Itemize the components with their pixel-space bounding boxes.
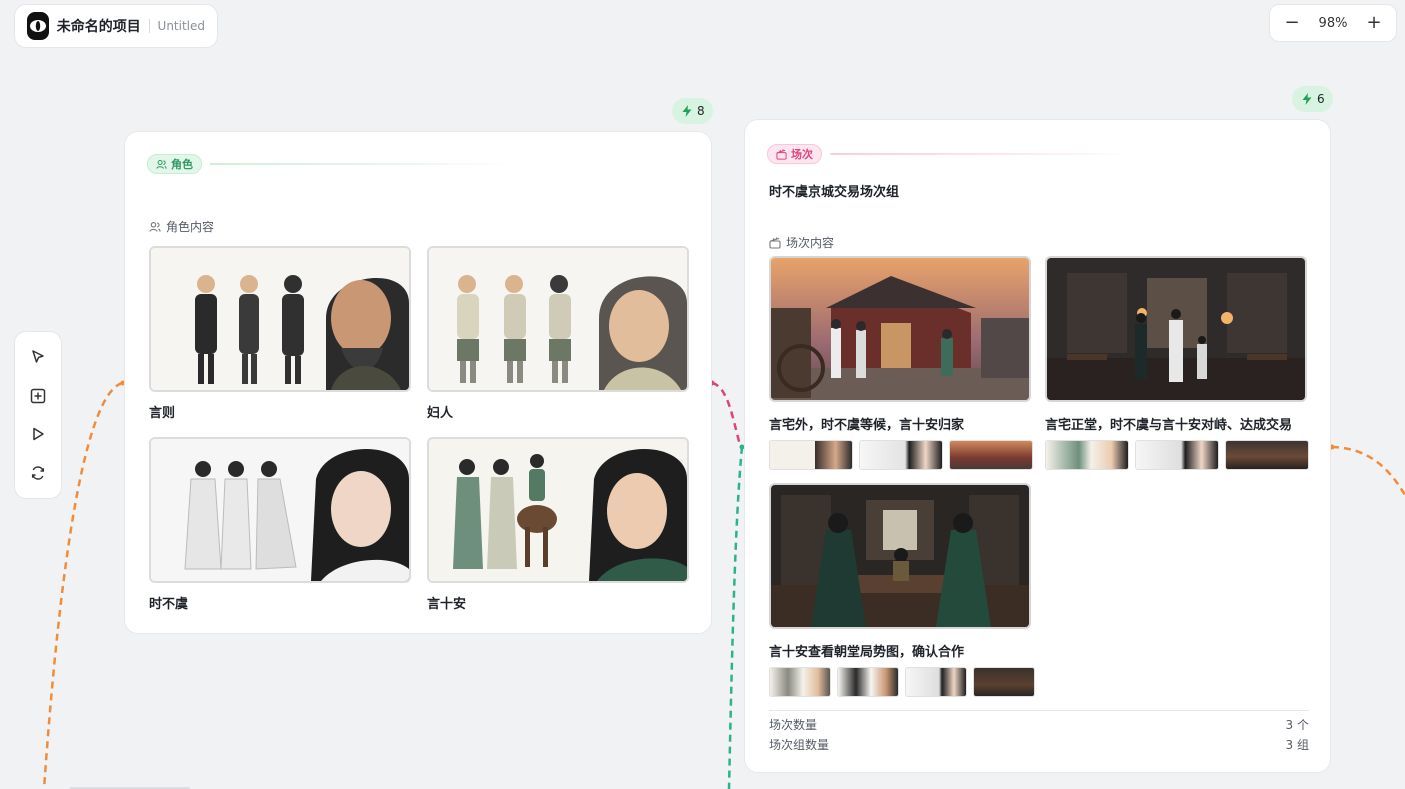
thumbnail[interactable] xyxy=(769,440,853,470)
refresh-icon[interactable] xyxy=(24,459,52,487)
scene-thumbnails xyxy=(769,667,1035,697)
app-logo-icon xyxy=(27,12,49,40)
tag-label: 场次 xyxy=(791,148,813,161)
scene-image[interactable] xyxy=(769,483,1031,629)
zoom-level: 98% xyxy=(1318,15,1348,31)
clapperboard-icon xyxy=(769,236,781,249)
lightning-icon xyxy=(1302,93,1312,105)
badge-count: 6 xyxy=(1317,92,1325,106)
connector-teal xyxy=(727,446,744,789)
scene-title: 言宅正堂，时不虞与言十安对峙、达成交易 xyxy=(1045,418,1293,433)
thumbnail[interactable] xyxy=(859,440,943,470)
character-image[interactable] xyxy=(149,246,411,392)
play-icon[interactable] xyxy=(24,420,52,448)
tag-divider xyxy=(210,163,510,165)
scene-thumbnails xyxy=(1045,440,1309,470)
thumbnail[interactable] xyxy=(905,667,967,697)
stats-row: 场次数量 3 个 xyxy=(769,716,1309,733)
character-name: 时不虞 xyxy=(149,597,189,612)
scene-image[interactable] xyxy=(1045,256,1307,402)
characters-card[interactable]: 角色 角色内容 言则 妇人 时不虞 言十安 xyxy=(124,131,712,634)
scenes-card[interactable]: 场次 时不虞京城交易场次组 场次内容 言宅外，时不虞等候，言十安归家 言宅正堂，… xyxy=(744,119,1331,773)
scene-group-title: 时不虞京城交易场次组 xyxy=(769,185,900,200)
connector-pink xyxy=(711,381,742,446)
character-name: 言则 xyxy=(149,406,176,421)
characters-tag: 角色 xyxy=(147,154,202,174)
stat-value: 3 组 xyxy=(1285,738,1309,752)
project-subtitle: Untitled xyxy=(157,19,205,33)
stats-row: 场次组数量 3 组 xyxy=(769,736,1309,753)
character-image[interactable] xyxy=(149,437,411,583)
scenes-count-badge: 6 xyxy=(1292,86,1333,112)
project-name[interactable]: 未命名的项目 xyxy=(57,16,141,36)
stat-label: 场次数量 xyxy=(769,718,818,732)
pointer-icon[interactable] xyxy=(24,343,52,371)
section-label: 场次内容 xyxy=(769,234,834,251)
stats-divider xyxy=(769,710,1309,711)
zoom-out-button[interactable]: − xyxy=(1284,14,1300,32)
characters-count-badge: 8 xyxy=(672,98,713,124)
section-label: 角色内容 xyxy=(149,218,214,235)
left-toolbar xyxy=(14,331,62,499)
divider xyxy=(148,19,150,33)
badge-count: 8 xyxy=(697,104,705,118)
thumbnail[interactable] xyxy=(1135,440,1219,470)
character-name: 言十安 xyxy=(427,597,467,612)
thumbnail[interactable] xyxy=(949,440,1033,470)
character-image[interactable] xyxy=(427,246,689,392)
zoom-in-button[interactable]: + xyxy=(1366,14,1382,32)
connector-orange-right xyxy=(1331,445,1405,496)
scene-title: 言十安查看朝堂局势图，确认合作 xyxy=(769,645,965,660)
project-header[interactable]: 未命名的项目 Untitled xyxy=(14,4,218,48)
thumbnail[interactable] xyxy=(837,667,899,697)
thumbnail[interactable] xyxy=(1045,440,1129,470)
thumbnail[interactable] xyxy=(973,667,1035,697)
add-node-icon[interactable] xyxy=(24,382,52,410)
stat-value: 3 个 xyxy=(1285,718,1309,732)
tag-divider xyxy=(830,153,1130,155)
scenes-tag: 场次 xyxy=(767,144,822,164)
tag-label: 角色 xyxy=(171,158,193,171)
zoom-control: − 98% + xyxy=(1269,4,1397,42)
thumbnail[interactable] xyxy=(769,667,831,697)
character-image[interactable] xyxy=(427,437,689,583)
scene-title: 言宅外，时不虞等候，言十安归家 xyxy=(769,418,965,433)
clapperboard-icon xyxy=(776,148,787,160)
lightning-icon xyxy=(682,105,692,117)
stat-label: 场次组数量 xyxy=(769,738,830,752)
people-icon xyxy=(149,221,161,232)
people-icon xyxy=(156,159,167,169)
character-name: 妇人 xyxy=(427,406,454,421)
scene-thumbnails xyxy=(769,440,1033,470)
thumbnail[interactable] xyxy=(1225,440,1309,470)
scene-image[interactable] xyxy=(769,256,1031,402)
